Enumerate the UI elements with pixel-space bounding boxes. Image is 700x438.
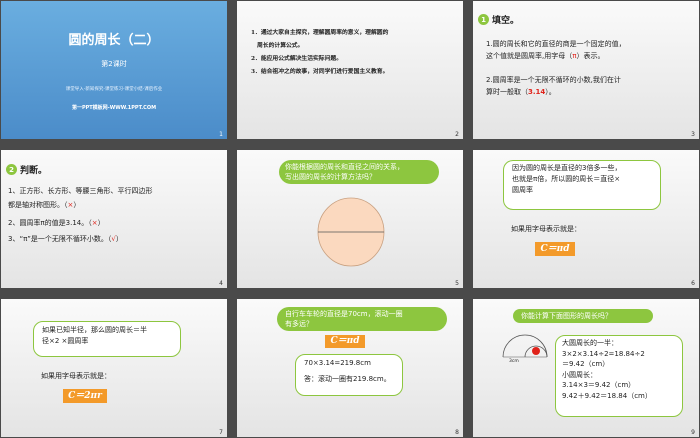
number-badge: 2 [6, 164, 17, 175]
judge-line: 1、正方形、长方形、等腰三角形、平行四边形 [8, 187, 153, 195]
slide-nav-text: 课堂导入-新知探究-课堂练习-课堂小结-课后作业 [65, 87, 163, 92]
slide-5-thumbnail[interactable]: 你能根据圆的周长和直径之间的关系， 写出圆的周长的计算方法吗？ 5 [237, 150, 463, 288]
answer-text: 3.14 [528, 88, 546, 96]
slide-number: 3 [691, 131, 695, 138]
slide-7-thumbnail[interactable]: 如果已知半径，那么圆的周长＝半 径×2 ×圆周率 如果用字母表示就是： C＝2πr… [1, 299, 227, 437]
explanation-note: 因为圆的周长是直径的3倍多一些， 也就是π倍，所以圆的周长＝直径× 圆周率 [503, 160, 661, 210]
circle-diagram [317, 197, 385, 267]
objective-line: 周长的计算公式。 [257, 43, 304, 49]
question-bubble: 自行车车轮的直径是70cm，滚动一圈 有多远？ [277, 307, 447, 331]
question-line: 2.圆周率是一个无限不循环的小数,我们在计 [486, 76, 621, 84]
solution-note: 70×3.14=219.8cm 答：滚动一圈有219.8cm。 [295, 354, 403, 396]
slide-title: 圆的周长（二） [68, 33, 160, 48]
number-badge: 1 [478, 14, 489, 25]
slide-3-thumbnail[interactable]: 1 填空。 1.圆的周长和它的直径的商是一个固定的值， 这个值就是圆周率,用字母… [473, 1, 699, 139]
prompt-text: 如果用字母表示就是： [511, 225, 581, 233]
slide-number: 2 [455, 131, 459, 138]
objective-line: 2．能应用公式解决生活实际问题。 [251, 56, 342, 62]
slide-6-thumbnail[interactable]: 因为圆的周长是直径的3倍多一些， 也就是π倍，所以圆的周长＝直径× 圆周率 如果用字… [473, 150, 699, 288]
judge-line: 2、圆周率π的值是3.14。（×） [8, 219, 105, 227]
judge-line: 都是轴对称图形。（×） [8, 201, 81, 209]
slide-number: 9 [691, 429, 695, 436]
heading-text: 填空。 [492, 16, 520, 26]
slide-number: 1 [219, 131, 223, 138]
answer-line: 答：滚动一圈有219.8cm。 [304, 374, 391, 383]
explanation-note: 如果已知半径，那么圆的周长＝半 径×2 ×圆周率 [33, 321, 181, 357]
solution-note: 大圆周长的一半： 3×2×3.14÷2=18.84÷2 ＝9.42（cm） 小圆… [555, 335, 683, 417]
slide-subtitle: 第2课时 [101, 60, 127, 68]
formula-box: C＝2πr [63, 389, 107, 403]
formula-box: C＝πd [535, 242, 575, 256]
slide-footer: 第一PPT模板网-WWW.1PPT.COM [71, 105, 157, 111]
slide-number: 7 [219, 429, 223, 436]
heading-text: 判断。 [20, 166, 48, 176]
slide-8-thumbnail[interactable]: 自行车车轮的直径是70cm，滚动一圈 有多远？ C＝πd 70×3.14=219.… [237, 299, 463, 437]
slide-number: 4 [219, 280, 223, 287]
question-line: 1.圆的周长和它的直径的商是一个固定的值， [486, 40, 626, 48]
slide-number: 5 [455, 280, 459, 287]
calc-line: 70×3.14=219.8cm [304, 359, 371, 367]
slide-9-thumbnail[interactable]: 你能计算下面图形的周长吗？ 3cm 大圆周长的一半： 3×2×3.14÷2=18… [473, 299, 699, 437]
objective-line: 1．通过大家自主探究，理解圆周率的意义，理解圆的 [251, 30, 389, 36]
slide-2-thumbnail[interactable]: 1．通过大家自主探究，理解圆周率的意义，理解圆的 周长的计算公式。 2．能应用公… [237, 1, 463, 139]
slide-number: 6 [691, 280, 695, 287]
slide-1-thumbnail[interactable]: 圆的周长（二） 第2课时 课堂导入-新知探究-课堂练习-课堂小结-课后作业 第一… [1, 1, 227, 139]
formula-box: C＝πd [325, 335, 365, 348]
question-line: 这个值就是圆周率,用字母（π）表示。 [486, 52, 605, 60]
question-line: 算时一般取（3.14）。 [486, 88, 556, 96]
slide-number: 8 [455, 429, 459, 436]
section-heading: 2 判断。 [6, 163, 47, 176]
objective-line: 3．结合祖冲之的故事，对同学们进行爱国主义教育。 [251, 69, 389, 75]
slide-4-thumbnail[interactable]: 2 判断。 1、正方形、长方形、等腰三角形、平行四边形 都是轴对称图形。（×） … [1, 150, 227, 288]
dimension-label: 3cm [509, 359, 519, 364]
prompt-text: 如果用字母表示就是： [41, 372, 111, 380]
section-heading: 1 填空。 [478, 13, 519, 26]
judge-line: 3、“π”是一个无限不循环小数。（√） [8, 235, 123, 243]
